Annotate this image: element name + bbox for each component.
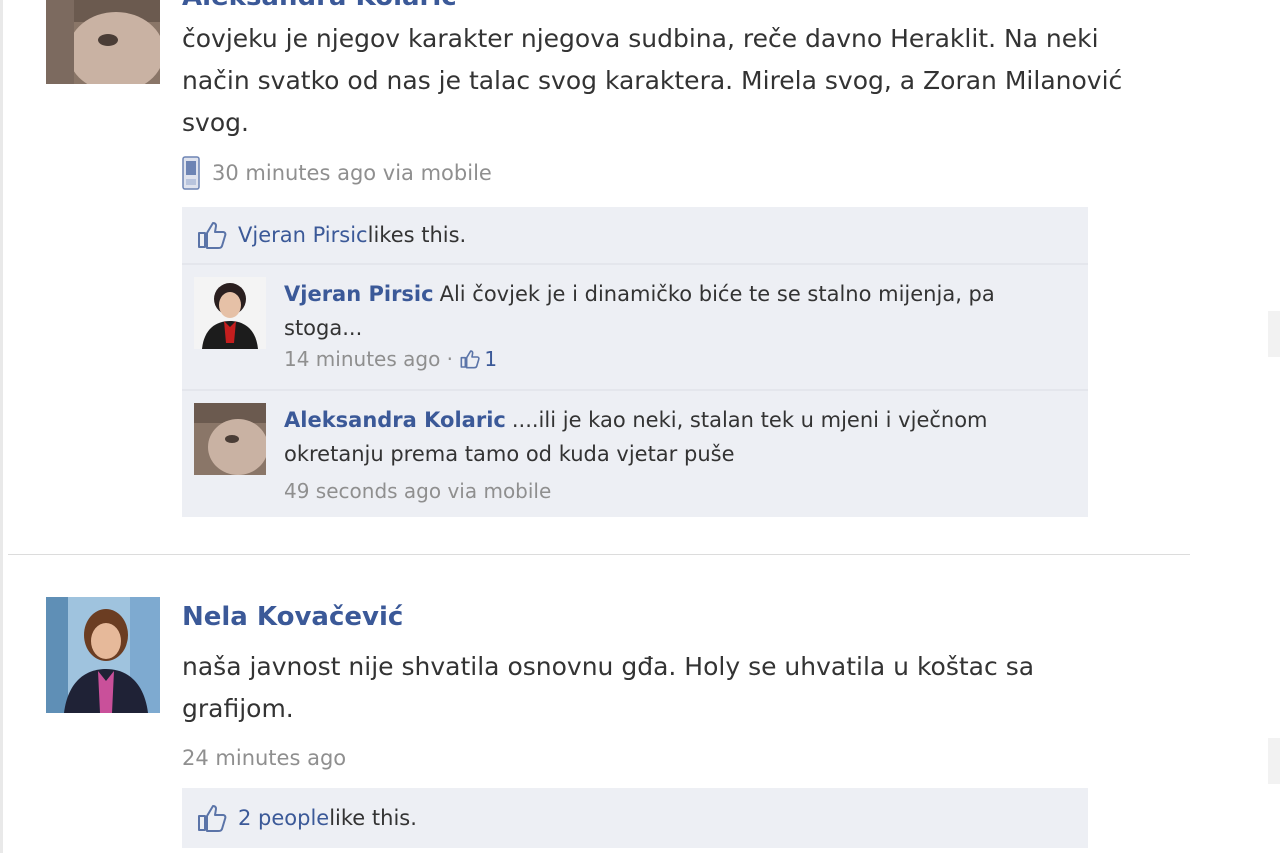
post-meta: 30 minutes ago via mobile <box>182 156 492 190</box>
mobile-phone-icon <box>182 156 200 190</box>
left-border <box>0 0 3 853</box>
like-count: 1 <box>484 347 498 371</box>
feedback-box: Vjeran Pirsic likes this. Vjeran Pirsic A… <box>182 207 1088 517</box>
liker-link[interactable]: Vjeran Pirsic <box>238 223 368 247</box>
avatar[interactable] <box>46 597 160 713</box>
like-summary: Vjeran Pirsic likes this. <box>182 207 1088 263</box>
comment-author[interactable]: Vjeran Pirsic <box>284 282 434 306</box>
comment: Aleksandra Kolaric ....ili je kao neki, s… <box>182 389 1088 517</box>
comment-meta: 49 seconds ago via mobile <box>284 479 551 503</box>
scroll-edge <box>1268 738 1280 784</box>
thumbs-up-icon <box>460 350 481 369</box>
avatar[interactable] <box>46 0 160 84</box>
likers-link[interactable]: 2 people <box>238 806 329 830</box>
post-timestamp[interactable]: 24 minutes ago <box>182 746 346 770</box>
likes-suffix: like this. <box>329 806 417 830</box>
comment-avatar[interactable] <box>194 277 266 349</box>
post-text: čovjeku je njegov karakter njegova sudbi… <box>182 24 1123 137</box>
comment-avatar[interactable] <box>194 403 266 475</box>
comment-like-count[interactable]: 1 <box>459 347 497 371</box>
comment-meta: 14 minutes ago · 1 <box>284 347 497 371</box>
author-name[interactable]: Aleksandra Kolaric <box>182 0 457 12</box>
comment-author[interactable]: Aleksandra Kolaric <box>284 408 506 432</box>
comment-body: Vjeran Pirsic Ali čovjek je i dinamičko b… <box>284 277 1064 345</box>
comment-timestamp[interactable]: 14 minutes ago <box>284 347 440 371</box>
story-divider <box>8 554 1190 555</box>
post-timestamp[interactable]: 30 minutes ago via mobile <box>212 161 492 185</box>
comment-body: Aleksandra Kolaric ....ili je kao neki, s… <box>284 403 1064 471</box>
comment-timestamp[interactable]: 49 seconds ago via mobile <box>284 479 551 503</box>
post-text: naša javnost nije shvatila osnovnu gđa. … <box>182 652 1035 723</box>
thumbs-up-icon <box>198 222 227 249</box>
feedback-box: 2 people like this. <box>182 788 1088 848</box>
likes-suffix: likes this. <box>367 223 467 247</box>
post-meta: 24 minutes ago <box>182 746 346 770</box>
meta-separator: · <box>440 347 460 371</box>
scroll-edge <box>1268 311 1280 357</box>
author-name[interactable]: Nela Kovačević <box>182 602 403 632</box>
comment: Vjeran Pirsic Ali čovjek je i dinamičko b… <box>182 263 1088 389</box>
like-summary: 2 people like this. <box>182 788 1088 848</box>
thumbs-up-icon <box>198 805 227 832</box>
